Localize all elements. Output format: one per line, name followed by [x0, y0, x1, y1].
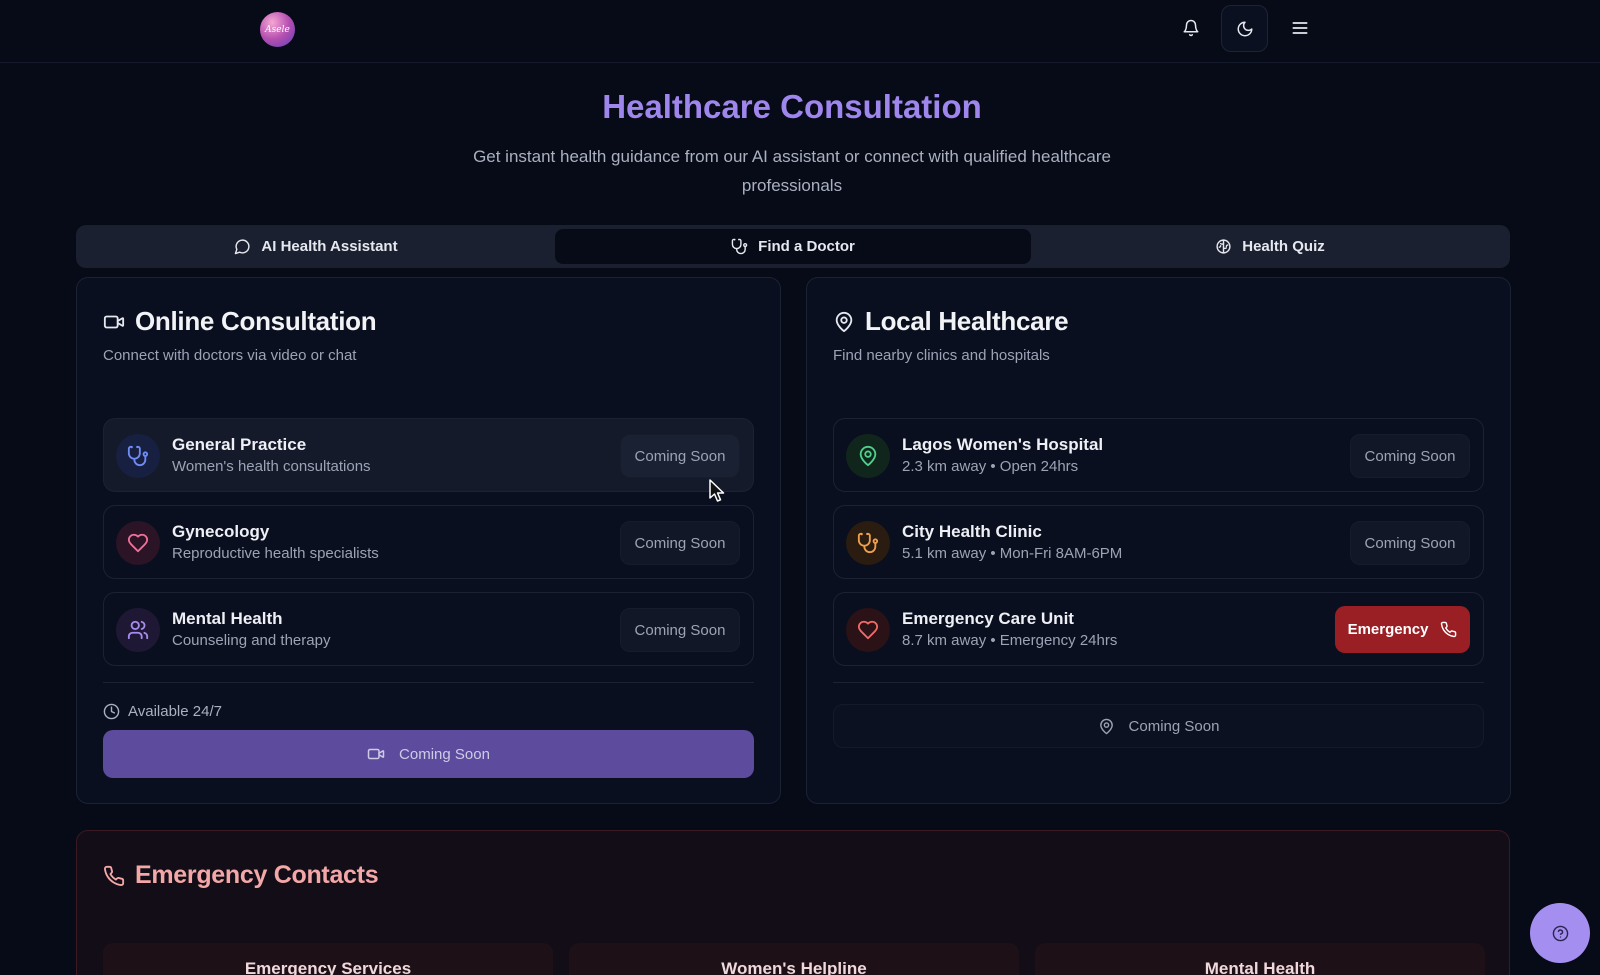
- phone-icon: [104, 865, 125, 886]
- item-description: 5.1 km away • Mon-Fri 8AM-6PM: [902, 545, 1123, 562]
- list-item-city-health-clinic[interactable]: City Health Clinic 5.1 km away • Mon-Fri…: [833, 505, 1484, 579]
- divider: [833, 682, 1484, 683]
- map-pin-icon: [1099, 718, 1113, 734]
- item-title: Gynecology: [172, 522, 270, 541]
- item-description: Women's health consultations: [172, 458, 371, 475]
- tab-find-a-doctor[interactable]: Find a Doctor: [555, 229, 1031, 264]
- local-healthcare-card: Local Healthcare Find nearby clinics and…: [806, 277, 1511, 804]
- tab-label: Find a Doctor: [758, 238, 855, 255]
- button-label: Coming Soon: [399, 745, 490, 763]
- theme-toggle-button[interactable]: [1221, 5, 1268, 52]
- heart-icon: [846, 608, 890, 652]
- page-subtitle: Get instant health guidance from our AI …: [473, 147, 1111, 195]
- menu-icon[interactable]: [1289, 17, 1311, 39]
- list-item-gynecology[interactable]: Gynecology Reproductive health specialis…: [103, 505, 754, 579]
- stethoscope-icon: [731, 238, 748, 255]
- item-description: 2.3 km away • Open 24hrs: [902, 458, 1079, 475]
- button-label: Coming Soon: [1128, 717, 1220, 735]
- tab-bar: AI Health Assistant Find a Doctor Health…: [76, 225, 1510, 268]
- emergency-contacts-card: Emergency Contacts Emergency Services Wo…: [76, 830, 1510, 975]
- item-title: Mental Health: [172, 609, 283, 628]
- availability: Available 24/7: [103, 703, 222, 720]
- item-title: Emergency Care Unit: [902, 609, 1074, 628]
- coming-soon-button[interactable]: Coming Soon: [1350, 521, 1470, 565]
- card-title: Emergency Contacts: [135, 861, 379, 889]
- clock-icon: [103, 703, 120, 720]
- list-item-lagos-womens-hospital[interactable]: Lagos Women's Hospital 2.3 km away • Ope…: [833, 418, 1484, 492]
- item-description: 8.7 km away • Emergency 24hrs: [902, 632, 1118, 649]
- message-circle-icon: [235, 239, 250, 255]
- mouse-cursor-icon: [708, 478, 726, 504]
- video-icon: [367, 748, 385, 760]
- video-icon: [103, 315, 125, 328]
- moon-icon: [1237, 21, 1252, 36]
- heart-icon: [116, 521, 160, 565]
- card-header: Local Healthcare: [833, 306, 1069, 337]
- coming-soon-button[interactable]: Coming Soon: [620, 434, 740, 478]
- item-title: General Practice: [172, 435, 307, 454]
- tab-label: AI Health Assistant: [261, 238, 398, 255]
- item-title: Lagos Women's Hospital: [902, 435, 1104, 454]
- stethoscope-icon: [116, 434, 160, 478]
- contact-mental-health[interactable]: Mental Health: [1035, 943, 1485, 975]
- button-label: Emergency: [1347, 621, 1429, 638]
- logo-text: Asele: [265, 24, 290, 35]
- map-pin-icon: [835, 311, 853, 332]
- find-nearby-button[interactable]: Coming Soon: [833, 704, 1484, 748]
- app-logo[interactable]: Asele: [260, 12, 295, 47]
- users-icon: [116, 608, 160, 652]
- bell-icon[interactable]: [1180, 17, 1202, 39]
- help-button[interactable]: [1530, 903, 1590, 963]
- top-bar: Asele: [0, 0, 1600, 63]
- online-consultation-card: Online Consultation Connect with doctors…: [76, 277, 781, 804]
- item-description: Reproductive health specialists: [172, 545, 379, 562]
- coming-soon-button[interactable]: Coming Soon: [620, 521, 740, 565]
- brain-icon: [1216, 239, 1231, 254]
- item-title: City Health Clinic: [902, 522, 1042, 541]
- coming-soon-button[interactable]: Coming Soon: [1350, 434, 1470, 478]
- tab-health-quiz[interactable]: Health Quiz: [1034, 229, 1506, 264]
- card-subtitle: Connect with doctors via video or chat: [103, 347, 357, 364]
- contact-emergency-services[interactable]: Emergency Services: [103, 943, 553, 975]
- help-circle-icon: [1552, 925, 1568, 941]
- emergency-call-button[interactable]: Emergency: [1335, 606, 1470, 653]
- card-header: Online Consultation: [103, 306, 377, 337]
- phone-icon: [1441, 621, 1457, 638]
- card-title: Local Healthcare: [865, 306, 1069, 336]
- contact-womens-helpline[interactable]: Women's Helpline: [569, 943, 1019, 975]
- card-title: Online Consultation: [135, 306, 377, 336]
- start-consultation-button[interactable]: Coming Soon: [103, 730, 754, 778]
- tab-ai-health-assistant[interactable]: AI Health Assistant: [80, 229, 552, 264]
- list-item-mental-health[interactable]: Mental Health Counseling and therapy Com…: [103, 592, 754, 666]
- item-description: Counseling and therapy: [172, 632, 331, 649]
- list-item-general-practice[interactable]: General Practice Women's health consulta…: [103, 418, 754, 492]
- page-title: Healthcare Consultation: [602, 88, 982, 125]
- card-subtitle: Find nearby clinics and hospitals: [833, 347, 1050, 364]
- card-header: Emergency Contacts: [103, 861, 379, 890]
- divider: [103, 682, 754, 683]
- availability-text: Available 24/7: [128, 703, 222, 720]
- list-item-emergency-care-unit[interactable]: Emergency Care Unit 8.7 km away • Emerge…: [833, 592, 1484, 666]
- map-pin-icon: [846, 434, 890, 478]
- stethoscope-icon: [846, 521, 890, 565]
- tab-label: Health Quiz: [1242, 238, 1325, 255]
- coming-soon-button[interactable]: Coming Soon: [620, 608, 740, 652]
